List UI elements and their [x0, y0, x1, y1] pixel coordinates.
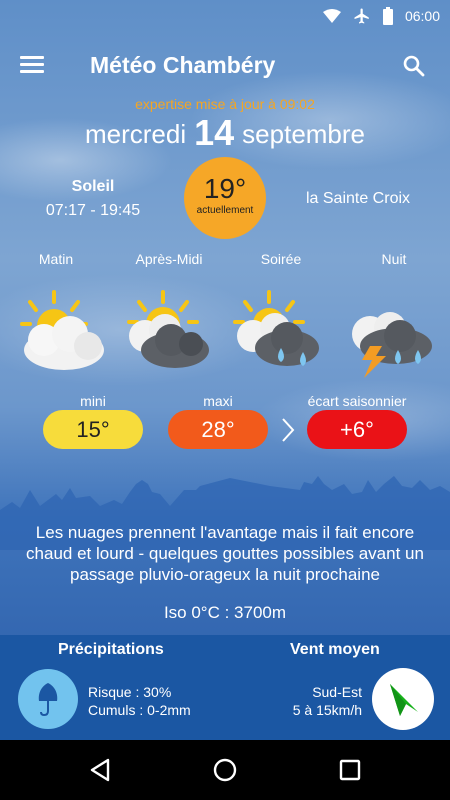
update-time-text: expertise mise à jour à 09:02: [135, 96, 315, 112]
search-icon[interactable]: [402, 54, 428, 80]
wind-title: Vent moyen: [290, 641, 380, 658]
system-nav-bar: [0, 740, 450, 800]
battery-icon: [382, 7, 393, 25]
umbrella-icon: [18, 669, 78, 729]
date-heading: mercredi 14 septembre: [0, 112, 450, 154]
sun-dark-cloud-icon: [117, 288, 217, 378]
precipitation-risk: Risque : 30%: [88, 684, 172, 700]
gap-label: écart saisonnier: [307, 393, 407, 409]
max-temperature: 28°: [168, 410, 268, 449]
iso-zero-altitude: Iso 0°C : 3700m: [163, 603, 287, 622]
period-label-apres-midi: Après-Midi: [135, 251, 203, 267]
period-label-matin: Matin: [38, 251, 74, 267]
sun-cloud-icon: [12, 288, 112, 378]
min-label: mini: [80, 393, 106, 409]
precipitation-totals: Cumuls : 0-2mm: [88, 702, 191, 718]
current-label: actuellement: [196, 205, 254, 216]
airplane-icon: [353, 7, 371, 25]
sun-label: Soleil: [71, 178, 115, 195]
day-number: 14: [194, 112, 235, 153]
hamburger-menu-icon[interactable]: [20, 52, 48, 80]
sun-cloud-rain-icon: [229, 288, 329, 378]
wind-details: Sud-Est 5 à 15km/h: [293, 683, 362, 719]
period-label-nuit: Nuit: [381, 251, 407, 267]
period-label-soiree: Soirée: [260, 251, 302, 267]
seasonal-gap[interactable]: +6°: [307, 410, 407, 449]
precipitation-details: Risque : 30% Cumuls : 0-2mm: [88, 683, 191, 719]
back-icon[interactable]: [86, 756, 114, 784]
max-label: maxi: [203, 393, 233, 409]
wind-speed: 5 à 15km/h: [292, 702, 362, 718]
wifi-icon: [322, 9, 341, 23]
status-bar: 06:00: [0, 0, 450, 32]
current-temperature-badge: 19° actuellement: [184, 157, 266, 239]
forecast-description: Les nuages prennent l'avantage mais il f…: [26, 523, 424, 584]
weekday: mercredi: [84, 119, 187, 149]
app-bar: Météo Chambéry: [0, 40, 450, 92]
sun-times: 07:17 - 19:45: [45, 202, 141, 219]
home-icon[interactable]: [211, 756, 239, 784]
saint-of-day: la Sainte Croix: [305, 190, 411, 207]
storm-rain-icon: [340, 288, 440, 378]
app-title: Météo Chambéry: [90, 52, 276, 78]
chevron-right-icon: [280, 417, 296, 443]
month: septembre: [242, 119, 366, 149]
min-temperature: 15°: [43, 410, 143, 449]
wind-direction-arrow-icon: [372, 668, 434, 730]
recent-apps-icon[interactable]: [336, 756, 364, 784]
status-time: 06:00: [404, 8, 440, 24]
wind-direction: Sud-Est: [312, 684, 362, 700]
precipitation-title: Précipitations: [58, 641, 164, 658]
bottom-panel: Précipitations Vent moyen Risque : 30% C…: [0, 635, 450, 740]
current-temperature: 19°: [203, 173, 247, 204]
